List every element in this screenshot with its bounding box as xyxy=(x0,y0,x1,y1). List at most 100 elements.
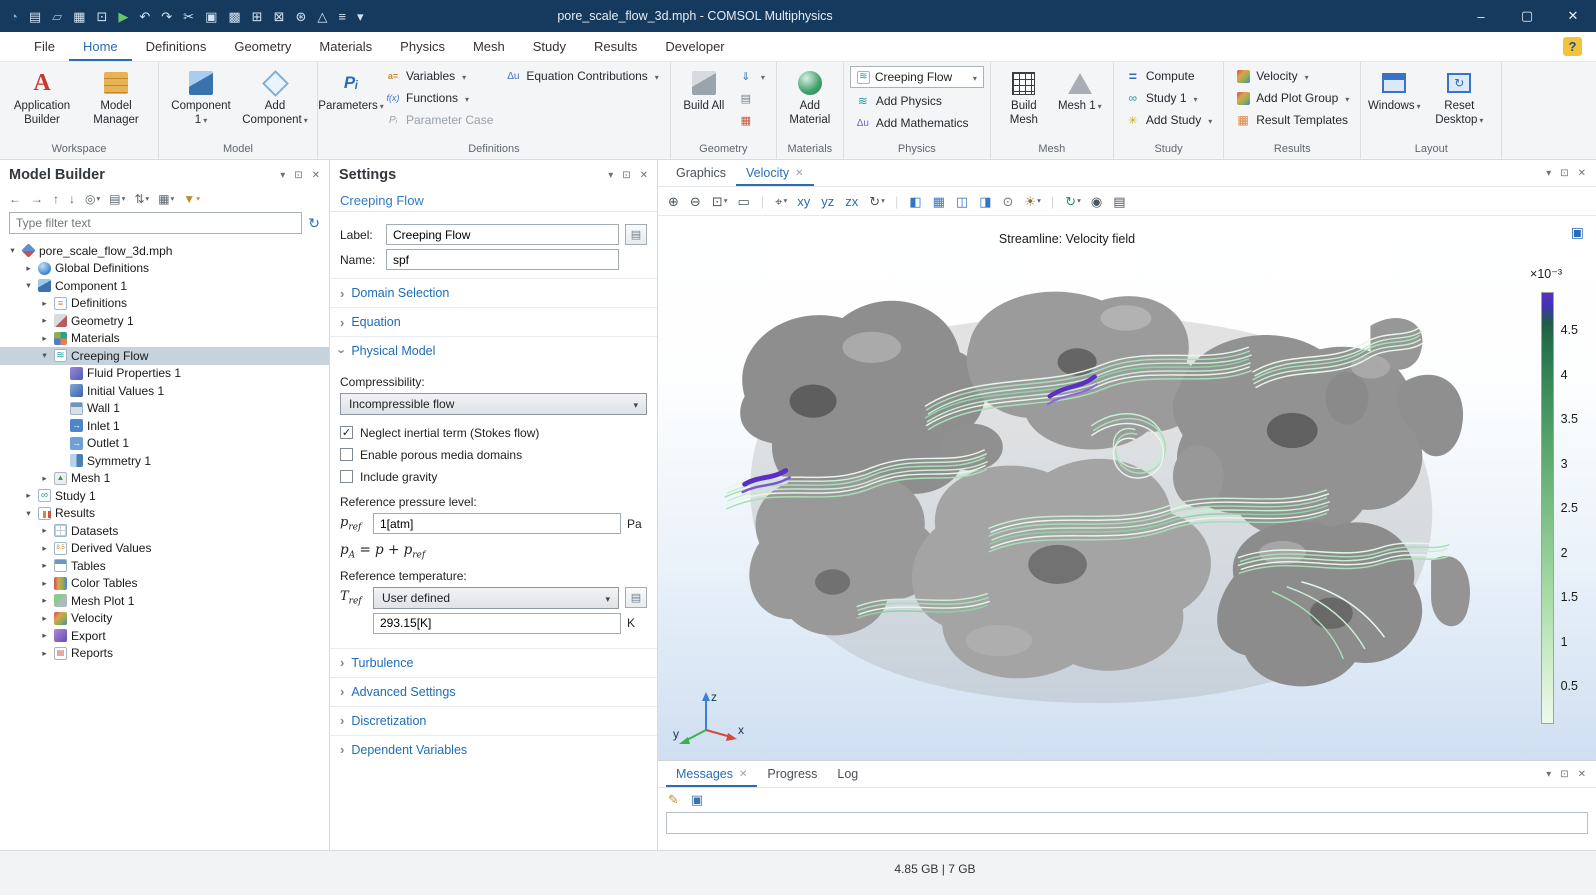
add-plot-group-button[interactable]: Add Plot Group xyxy=(1230,87,1354,109)
menu-item[interactable]: Developer xyxy=(651,32,738,61)
tree-item[interactable]: ▸ Mesh 1 xyxy=(0,470,329,488)
tree-item[interactable]: ▸ Definitions xyxy=(0,295,329,313)
close-tab-icon[interactable]: ✕ xyxy=(739,769,747,780)
tree-item[interactable]: Inlet 1 xyxy=(0,417,329,435)
tree-caret-icon[interactable]: ▾ xyxy=(7,245,18,256)
tree-caret-icon[interactable]: ▸ xyxy=(39,473,50,484)
tree-caret-icon[interactable]: ▸ xyxy=(39,630,50,641)
show-name-button[interactable] xyxy=(625,224,647,245)
section-equation[interactable]: Equation xyxy=(330,307,657,336)
label-input[interactable] xyxy=(386,224,619,245)
tree-caret-icon[interactable]: ▾ xyxy=(39,350,50,361)
menu-item[interactable]: Physics xyxy=(386,32,459,61)
temperature-options-button[interactable] xyxy=(625,587,647,608)
tree-caret-icon[interactable]: ▸ xyxy=(39,613,50,624)
tree-item[interactable]: ▸ Velocity xyxy=(0,610,329,628)
reference-pressure-input[interactable] xyxy=(373,513,621,534)
tree-item[interactable]: Wall 1 xyxy=(0,400,329,418)
reference-temperature-input[interactable] xyxy=(373,613,621,634)
tree-caret-icon[interactable]: ▸ xyxy=(39,525,50,536)
checkbox[interactable] xyxy=(340,470,353,483)
checkbox-row[interactable]: Enable porous media domains xyxy=(340,444,647,465)
application-builder-button[interactable]: Application Builder xyxy=(6,65,78,128)
tree-caret-icon[interactable]: ▸ xyxy=(39,595,50,606)
tree-item[interactable]: ▸ Global Definitions xyxy=(0,260,329,278)
tree-item[interactable]: ▸ Geometry 1 xyxy=(0,312,329,330)
refresh-icon[interactable]: ↻ xyxy=(308,215,320,232)
add-physics-button[interactable]: Add Physics xyxy=(850,90,984,112)
parameter-case-button[interactable]: Parameter Case xyxy=(380,109,498,131)
tree-item[interactable]: ▸ Color Tables xyxy=(0,575,329,593)
tab-log[interactable]: Log xyxy=(827,761,868,787)
insert-sequence-button[interactable] xyxy=(733,87,770,109)
streamline-plot[interactable] xyxy=(686,258,1478,730)
tree-item[interactable]: ▸ Derived Values xyxy=(0,540,329,558)
close-tab-icon[interactable]: ✕ xyxy=(795,168,803,179)
graphics-view[interactable]: Streamline: Velocity field ▣ xyxy=(658,216,1596,760)
study1-button[interactable]: Study 1 xyxy=(1120,87,1217,109)
menu-item[interactable]: Results xyxy=(580,32,651,61)
section-dependent-variables[interactable]: Dependent Variables xyxy=(330,735,657,764)
checkbox-row[interactable]: Neglect inertial term (Stokes flow) xyxy=(340,422,647,443)
menu-item[interactable]: Definitions xyxy=(132,32,221,61)
reset-desktop-button[interactable]: Reset Desktop xyxy=(1423,65,1495,128)
component-button[interactable]: Component 1 xyxy=(165,65,237,128)
plot-properties-icon[interactable]: ▣ xyxy=(1571,224,1584,241)
reference-temperature-select[interactable]: User defined xyxy=(373,587,619,609)
section-discretization[interactable]: Discretization xyxy=(330,706,657,735)
messages-content[interactable] xyxy=(666,812,1588,834)
menu-item[interactable]: Materials xyxy=(305,32,386,61)
result-templates-button[interactable]: Result Templates xyxy=(1230,109,1354,131)
equation-contributions-button[interactable]: Equation Contributions xyxy=(500,65,663,87)
functions-button[interactable]: Functions xyxy=(380,87,498,109)
tree-item[interactable]: ▾ Results xyxy=(0,505,329,523)
tree-caret-icon[interactable]: ▸ xyxy=(23,490,34,501)
checkbox-row[interactable]: Include gravity xyxy=(340,466,647,487)
name-input[interactable] xyxy=(386,249,619,270)
tree-filter-input[interactable] xyxy=(9,212,302,234)
tree-item[interactable]: Outlet 1 xyxy=(0,435,329,453)
build-all-button[interactable]: Build All xyxy=(677,65,731,114)
tree-item[interactable]: ▸ Tables xyxy=(0,557,329,575)
menu-item[interactable]: File xyxy=(20,32,69,61)
tree-item[interactable]: ▾ pore_scale_flow_3d.mph xyxy=(0,242,329,260)
tree-caret-icon[interactable]: ▸ xyxy=(39,333,50,344)
geometry-import-button[interactable] xyxy=(733,65,770,87)
tree-caret-icon[interactable]: ▾ xyxy=(23,280,34,291)
help-button[interactable]: ? xyxy=(1563,37,1582,56)
tree-caret-icon[interactable]: ▸ xyxy=(39,315,50,326)
section-domain-selection[interactable]: Domain Selection xyxy=(330,278,657,307)
section-turbulence[interactable]: Turbulence xyxy=(330,648,657,677)
mesh1-button[interactable]: Mesh 1 xyxy=(1053,65,1107,114)
compute-button[interactable]: Compute xyxy=(1120,65,1217,87)
windows-button[interactable]: Windows xyxy=(1367,65,1421,114)
model-manager-button[interactable]: Model Manager xyxy=(80,65,152,128)
tab-velocity[interactable]: Velocity ✕ xyxy=(736,160,813,186)
tree-item[interactable]: ▸ Mesh Plot 1 xyxy=(0,592,329,610)
parameters-button[interactable]: Parameters xyxy=(324,65,378,114)
build-mesh-button[interactable]: Build Mesh xyxy=(997,65,1051,128)
tree-caret-icon[interactable]: ▸ xyxy=(39,543,50,554)
tree-item[interactable]: Fluid Properties 1 xyxy=(0,365,329,383)
tree-item[interactable]: ▸ Study 1 xyxy=(0,487,329,505)
tab-graphics[interactable]: Graphics xyxy=(666,160,736,186)
add-component-button[interactable]: Add Component xyxy=(239,65,311,128)
tab-messages[interactable]: Messages ✕ xyxy=(666,761,757,787)
physics-interface-select[interactable]: Creeping Flow xyxy=(850,66,984,88)
geometry-parts-button[interactable] xyxy=(733,109,770,131)
section-advanced-settings[interactable]: Advanced Settings xyxy=(330,677,657,706)
tree-item[interactable]: ▾ Creeping Flow xyxy=(0,347,329,365)
tree-caret-icon[interactable]: ▾ xyxy=(23,508,34,519)
tree-item[interactable]: ▸ Export xyxy=(0,627,329,645)
tree-item[interactable]: Symmetry 1 xyxy=(0,452,329,470)
tree-caret-icon[interactable]: ▸ xyxy=(39,648,50,659)
compressibility-select[interactable]: Incompressible flow xyxy=(340,393,647,415)
checkbox[interactable] xyxy=(340,448,353,461)
add-study-button[interactable]: Add Study xyxy=(1120,109,1217,131)
tree-caret-icon[interactable]: ▸ xyxy=(39,298,50,309)
tree-item[interactable]: ▸ Materials xyxy=(0,330,329,348)
add-material-button[interactable]: Add Material xyxy=(783,65,837,128)
section-physical-model[interactable]: Physical Model xyxy=(330,336,657,365)
variables-button[interactable]: Variables xyxy=(380,65,498,87)
velocity-plot-button[interactable]: Velocity xyxy=(1230,65,1354,87)
